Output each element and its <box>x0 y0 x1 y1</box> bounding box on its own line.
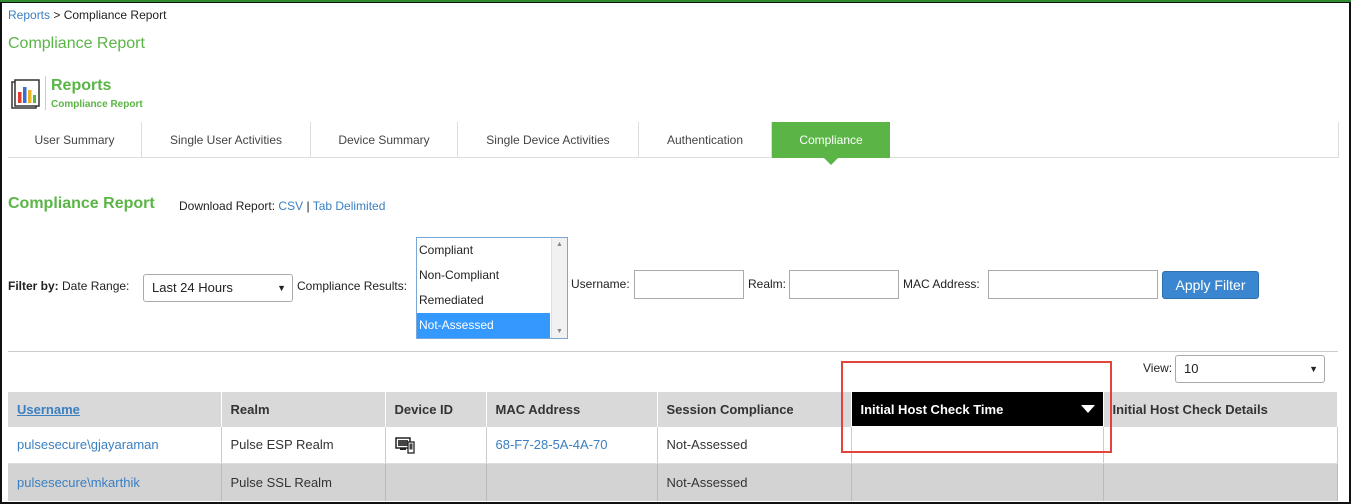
results-option-compliant[interactable]: Compliant <box>417 238 550 263</box>
download-report: Download Report: CSV | Tab Delimited <box>179 199 385 213</box>
breadcrumb: Reports > Compliance Report <box>8 8 166 22</box>
cell-username[interactable]: pulsesecure\mkarthik <box>8 463 222 501</box>
username-input[interactable] <box>634 270 744 299</box>
table-row: pulsesecure\mkarthik Pulse SSL Realm Not… <box>8 463 1338 501</box>
cell-mac-address[interactable] <box>486 463 658 501</box>
tabs-end-border <box>1338 122 1339 158</box>
csv-link[interactable]: CSV <box>278 199 303 213</box>
report-tabs: User Summary Single User Activities Devi… <box>8 122 1339 165</box>
page-title: Compliance Report <box>8 35 145 52</box>
cell-session-compliance: Not-Assessed <box>657 463 852 501</box>
date-range-value: Last 24 Hours <box>152 280 233 295</box>
username-sort-link[interactable]: Username <box>17 402 80 417</box>
filter-date-label: Filter by: Date Range: <box>8 279 129 293</box>
results-option-non-compliant[interactable]: Non-Compliant <box>417 263 550 288</box>
tab-authentication[interactable]: Authentication <box>639 122 772 158</box>
reports-chart-icon <box>11 79 40 109</box>
breadcrumb-separator: > <box>50 8 64 22</box>
view-count-select[interactable]: 10 ▼ <box>1175 355 1325 383</box>
cell-username[interactable]: pulsesecure\gjayaraman <box>8 426 222 464</box>
scroll-up-icon[interactable]: ▲ <box>556 241 563 248</box>
username-label: Username: <box>571 277 630 291</box>
column-header-mac-address: MAC Address <box>486 391 658 427</box>
scroll-down-icon[interactable]: ▼ <box>556 328 563 335</box>
tab-compliance[interactable]: Compliance <box>772 122 890 165</box>
column-header-username[interactable]: Username <box>8 391 222 427</box>
column-header-realm: Realm <box>221 391 386 427</box>
table-row: pulsesecure\gjayaraman Pulse ESP Realm 6… <box>8 426 1338 464</box>
header-title: Reports <box>51 77 112 94</box>
header-subtitle: Compliance Report <box>51 99 143 110</box>
tab-device-summary[interactable]: Device Summary <box>311 122 458 158</box>
results-option-remediated[interactable]: Remediated <box>417 288 550 313</box>
tab-single-device-activities[interactable]: Single Device Activities <box>458 122 639 158</box>
cell-mac-address[interactable]: 68-F7-28-5A-4A-70 <box>486 426 658 464</box>
cell-session-compliance: Not-Assessed <box>657 426 852 464</box>
date-range-select[interactable]: Last 24 Hours ▼ <box>143 274 293 302</box>
cell-initial-host-check-time <box>851 463 1104 501</box>
divider <box>8 351 1338 352</box>
tab-user-summary[interactable]: User Summary <box>8 122 142 158</box>
table-header-row: Username Realm Device ID MAC Address Ses… <box>8 391 1338 427</box>
cell-initial-host-check-details <box>1103 426 1338 464</box>
column-header-initial-host-check-details: Initial Host Check Details <box>1103 391 1338 427</box>
device-icon[interactable] <box>394 436 415 454</box>
annotation-highlight-box <box>841 361 1112 453</box>
chevron-down-icon: ▼ <box>1309 364 1318 374</box>
section-title: Compliance Report <box>8 195 155 212</box>
chevron-down-icon: ▼ <box>277 283 286 293</box>
tab-single-user-activities[interactable]: Single User Activities <box>142 122 311 158</box>
download-separator: | <box>306 199 310 213</box>
view-count-value: 10 <box>1184 361 1199 376</box>
tab-delimited-link[interactable]: Tab Delimited <box>313 199 386 213</box>
cell-realm: Pulse ESP Realm <box>221 426 386 464</box>
filter-by-label: Filter by: <box>8 279 59 293</box>
date-range-label: Date Range: <box>62 279 130 293</box>
mac-address-label: MAC Address: <box>903 277 980 291</box>
cell-initial-host-check-details <box>1103 463 1338 501</box>
download-label: Download Report: <box>179 199 276 213</box>
breadcrumb-current: Compliance Report <box>63 8 167 22</box>
compliance-table: Username Realm Device ID MAC Address Ses… <box>8 391 1338 501</box>
breadcrumb-reports-link[interactable]: Reports <box>8 8 50 22</box>
column-header-session-compliance: Session Compliance <box>657 391 852 427</box>
cell-realm: Pulse SSL Realm <box>221 463 386 501</box>
listbox-scrollbar[interactable]: ▲ ▼ <box>551 238 567 338</box>
mac-address-input[interactable] <box>988 270 1158 299</box>
realm-label: Realm: <box>748 277 787 291</box>
column-header-device-id: Device ID <box>385 391 487 427</box>
header-divider <box>45 76 46 110</box>
view-label: View: <box>1143 361 1173 375</box>
compliance-results-label: Compliance Results: <box>297 279 408 293</box>
compliance-results-listbox[interactable]: Compliant Non-Compliant Remediated Not-A… <box>416 237 568 339</box>
apply-filter-button[interactable]: Apply Filter <box>1162 271 1259 299</box>
realm-input[interactable] <box>789 270 899 299</box>
results-option-not-assessed[interactable]: Not-Assessed <box>417 313 550 338</box>
cell-device-id <box>385 463 487 501</box>
cell-device-id <box>385 426 487 464</box>
